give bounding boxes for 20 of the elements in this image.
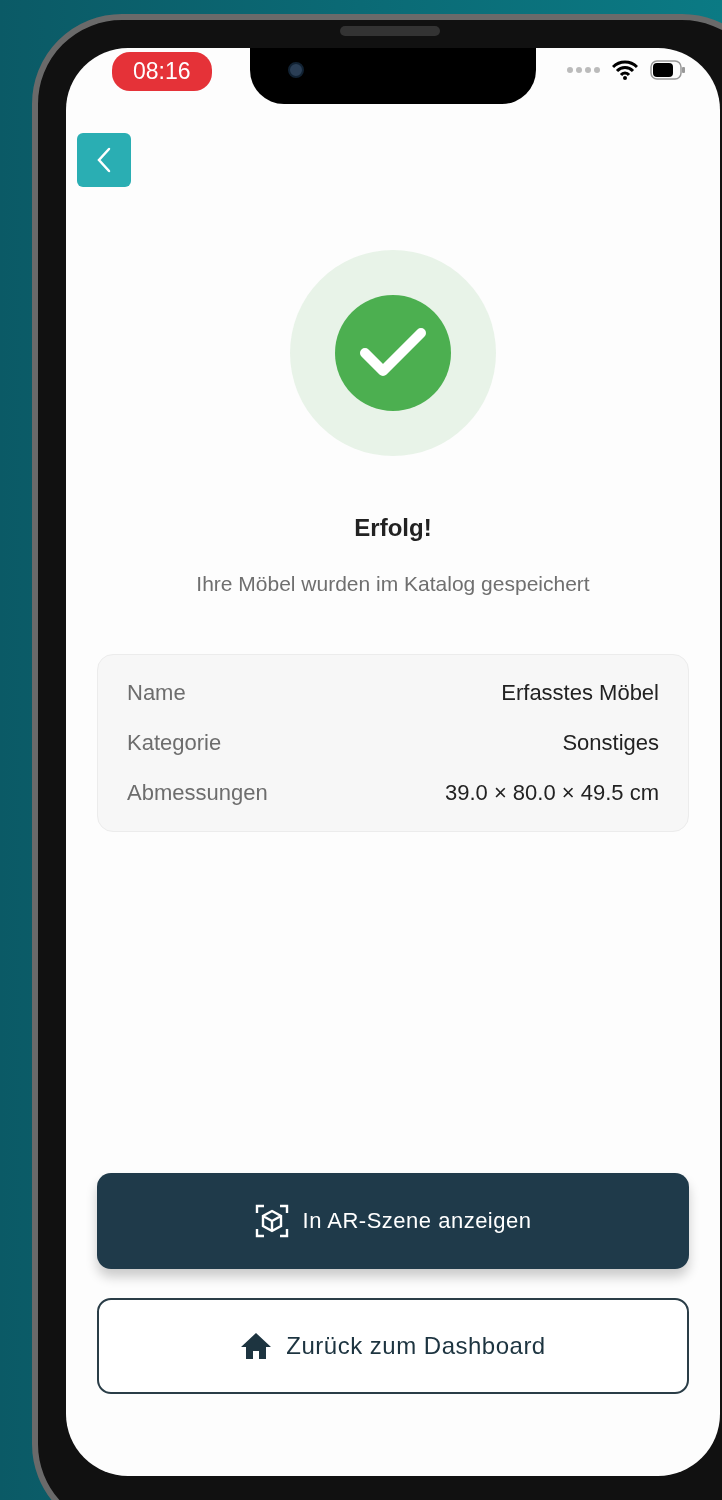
camera-icon	[288, 62, 304, 78]
ar-view-button[interactable]: In AR-Szene anzeigen	[97, 1173, 689, 1269]
checkmark-icon	[335, 295, 451, 411]
ar-cube-icon	[254, 1204, 289, 1238]
dashboard-button[interactable]: Zurück zum Dashboard	[97, 1298, 689, 1394]
back-button[interactable]	[77, 133, 131, 187]
detail-value: Sonstiges	[562, 731, 659, 755]
detail-label: Abmessungen	[127, 781, 268, 805]
detail-value: Erfasstes Möbel	[501, 681, 659, 705]
wifi-icon	[612, 60, 638, 80]
detail-label: Name	[127, 681, 186, 705]
success-message: Ihre Möbel wurden im Katalog gespeichert	[196, 572, 590, 596]
success-title: Erfolg!	[354, 514, 432, 542]
battery-icon	[650, 60, 686, 80]
status-time: 08:16	[112, 51, 212, 91]
detail-value: 39.0 × 80.0 × 49.5 cm	[444, 781, 659, 805]
signal-icon	[566, 66, 600, 74]
chevron-left-icon	[97, 147, 111, 173]
home-icon	[240, 1332, 273, 1360]
detail-label: Kategorie	[127, 731, 222, 755]
